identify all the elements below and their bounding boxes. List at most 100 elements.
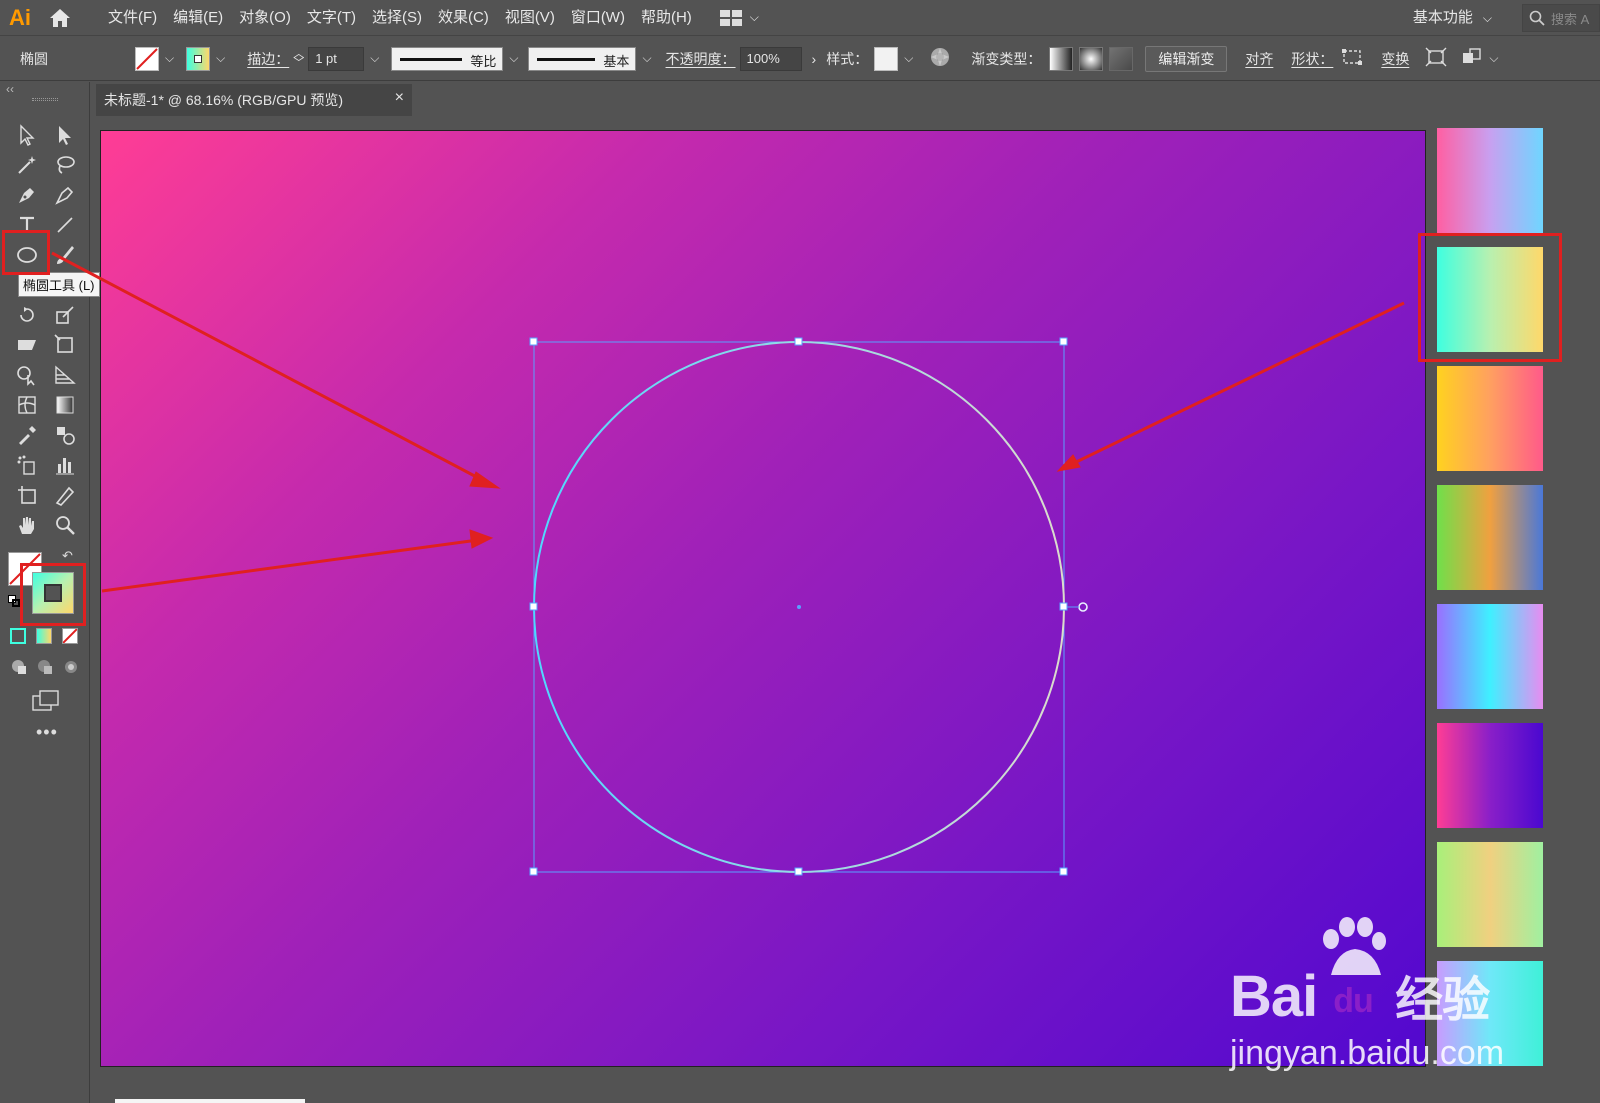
arrange-icon[interactable]	[1461, 47, 1483, 70]
shape-link[interactable]: 形状：	[1291, 49, 1333, 69]
gradient-type-label: 渐变类型：	[971, 50, 1042, 67]
app-logo: Ai	[9, 4, 31, 30]
opacity-field[interactable]: 100%	[739, 46, 802, 71]
stroke-label[interactable]: 描边：	[247, 49, 289, 69]
watermark-url: jingyan.baidu.com	[1230, 1034, 1505, 1072]
draw-behind-icon[interactable]	[36, 658, 54, 681]
chevron-down-icon[interactable]: ⌵	[904, 51, 913, 66]
status-bar-field[interactable]	[115, 1099, 305, 1103]
menu-item[interactable]: 效果(C)	[430, 0, 497, 36]
hand-tool-icon[interactable]	[12, 512, 42, 538]
menu-item[interactable]: 窗口(W)	[563, 0, 633, 36]
align-link[interactable]: 对齐	[1245, 49, 1273, 69]
gradient-mode-button[interactable]	[36, 628, 52, 644]
edit-gradient-button[interactable]: 编辑渐变	[1145, 45, 1228, 72]
curvature-tool-icon[interactable]	[50, 182, 80, 208]
paintbrush-tool-icon[interactable]	[50, 242, 80, 268]
draw-normal-icon[interactable]	[10, 658, 28, 681]
linear-gradient-button[interactable]	[1049, 46, 1074, 71]
watermark-cn: 经验	[1395, 974, 1490, 1027]
rotate-tool-icon[interactable]	[12, 302, 42, 328]
edit-toolbar-icon[interactable]: •••	[36, 722, 58, 743]
menu-item[interactable]: 视图(V)	[497, 0, 563, 36]
gradient-swatch-purple-cyan-pink[interactable]	[1437, 604, 1543, 709]
style-label: 样式：	[826, 50, 869, 67]
graphic-style-swatch[interactable]	[874, 46, 899, 71]
selection-tool-icon[interactable]	[12, 122, 42, 148]
magic-wand-tool-icon[interactable]	[12, 152, 42, 178]
default-fill-stroke-icon[interactable]	[8, 595, 20, 607]
arrange-documents-icon[interactable]: ⌵	[719, 9, 759, 26]
menu-item[interactable]: 编辑(E)	[165, 0, 231, 36]
workspace-label: 基本功能	[1412, 9, 1473, 26]
illustrator-window: Ai 文件(F) 编辑(E) 对象(O) 文字(T) 选择(S) 效果(C) 视图(V) 窗口…	[0, 0, 1600, 1103]
chevron-down-icon[interactable]: ⌵	[165, 51, 174, 66]
workspace-switcher[interactable]: 基本功能 ⌵	[1413, 0, 1492, 36]
symbol-sprayer-tool-icon[interactable]	[12, 452, 42, 478]
chevron-right-icon[interactable]: ›	[812, 51, 817, 67]
object-type-label: 椭圆	[20, 50, 48, 67]
artboard[interactable]	[100, 130, 1426, 1067]
document-title: 未标题-1* @ 68.16% (RGB/GPU 预览)	[104, 92, 344, 108]
freeform-gradient-button[interactable]	[1109, 46, 1134, 71]
close-icon[interactable]: ×	[395, 89, 404, 107]
line-segment-tool-icon[interactable]	[50, 212, 80, 238]
direct-selection-tool-icon[interactable]	[50, 122, 80, 148]
fill-swatch[interactable]	[135, 46, 159, 71]
transform-each-icon[interactable]	[1425, 47, 1447, 70]
chevron-down-icon[interactable]: ⌵	[509, 51, 518, 66]
none-mode-button[interactable]	[62, 628, 78, 644]
shape-properties-icon[interactable]	[1341, 48, 1363, 69]
free-transform-tool-icon[interactable]	[50, 332, 80, 358]
lasso-tool-icon[interactable]	[50, 152, 80, 178]
menu-item[interactable]: 帮助(H)	[633, 0, 700, 36]
mesh-tool-icon[interactable]	[12, 392, 42, 418]
shape-builder-tool-icon[interactable]	[12, 362, 42, 388]
gradient-swatch-magenta-violet[interactable]	[1437, 723, 1543, 828]
blend-tool-icon[interactable]	[50, 422, 80, 448]
menu-item[interactable]: 文件(F)	[100, 0, 165, 36]
gradient-swatch-green-orange-blue[interactable]	[1437, 485, 1543, 590]
zoom-tool-icon[interactable]	[50, 512, 80, 538]
chevron-down-icon[interactable]: ⌵	[216, 51, 225, 66]
draw-inside-icon[interactable]	[62, 658, 80, 681]
chevron-down-icon[interactable]: ⌵	[1489, 51, 1498, 66]
menu-item[interactable]: 对象(O)	[231, 0, 299, 36]
column-graph-tool-icon[interactable]	[50, 452, 80, 478]
perspective-grid-tool-icon[interactable]	[50, 362, 80, 388]
radial-gradient-button[interactable]	[1079, 46, 1104, 71]
menu-bar: Ai 文件(F) 编辑(E) 对象(O) 文字(T) 选择(S) 效果(C) 视图(V) 窗口…	[0, 0, 1600, 36]
stepper-icon[interactable]: ︿ ﹀	[293, 48, 304, 68]
home-icon[interactable]	[40, 0, 80, 36]
chevron-down-icon: ⌵	[1482, 11, 1492, 25]
chevron-down-icon[interactable]: ⌵	[642, 51, 651, 66]
search-input[interactable]: 搜索 A	[1522, 4, 1600, 32]
menu-item[interactable]: 文字(T)	[299, 0, 364, 36]
width-tool-icon[interactable]	[12, 332, 42, 358]
gradient-swatch-pink-lavender-cyan[interactable]	[1437, 128, 1543, 233]
collapse-panel-icon[interactable]: ‹‹	[6, 82, 14, 96]
artboard-tool-icon[interactable]	[12, 482, 42, 508]
swap-fill-stroke-icon[interactable]: ↶	[62, 548, 73, 564]
chevron-down-icon[interactable]: ⌵	[370, 51, 379, 66]
toolbox-grip[interactable]	[32, 98, 58, 101]
stroke-swatch[interactable]	[186, 46, 211, 71]
slice-tool-icon[interactable]	[50, 482, 80, 508]
pen-tool-icon[interactable]	[12, 182, 42, 208]
transform-link[interactable]: 变换	[1381, 49, 1409, 69]
recolor-artwork-icon[interactable]	[929, 46, 951, 71]
screen-mode-icon[interactable]	[32, 690, 60, 717]
profile-label: 等比	[470, 53, 497, 69]
eyedropper-tool-icon[interactable]	[12, 422, 42, 448]
menu-item[interactable]: 选择(S)	[364, 0, 430, 36]
opacity-label[interactable]: 不透明度：	[666, 49, 736, 69]
gradient-tool-icon[interactable]	[50, 392, 80, 418]
document-tab[interactable]: 未标题-1* @ 68.16% (RGB/GPU 预览) ×	[96, 84, 412, 116]
stroke-weight-field[interactable]: 1 pt	[308, 46, 365, 71]
brush-definition[interactable]: 基本	[528, 46, 637, 71]
gradient-swatch-yellow-pink[interactable]	[1437, 366, 1543, 471]
variable-width-profile[interactable]: 等比	[391, 46, 504, 71]
scale-tool-icon[interactable]	[50, 302, 80, 328]
color-mode-button[interactable]	[10, 628, 26, 644]
annotation-box-stroke-swatch	[20, 563, 86, 626]
